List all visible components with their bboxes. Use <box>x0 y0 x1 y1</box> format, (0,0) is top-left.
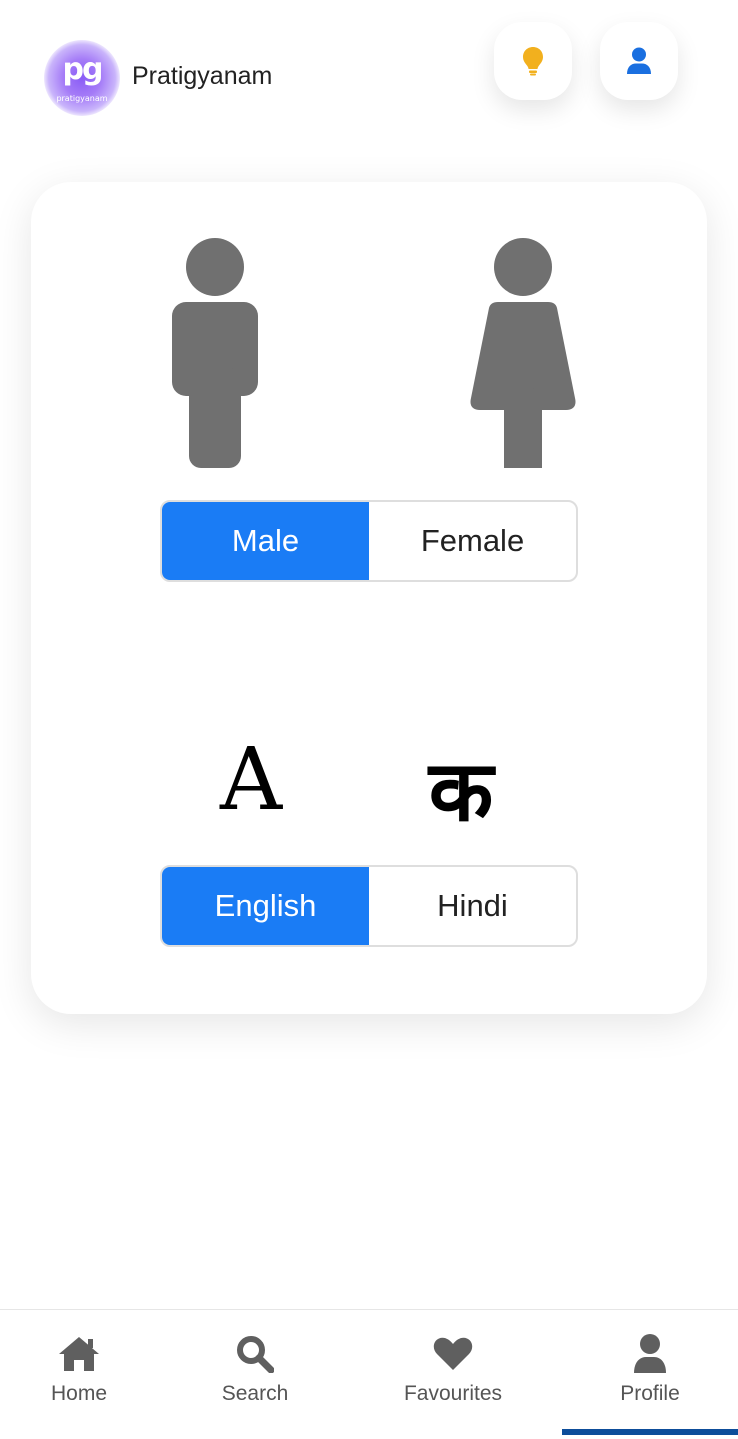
female-option[interactable]: Female <box>369 502 576 580</box>
user-icon <box>627 47 651 74</box>
nav-profile[interactable]: Profile <box>562 1310 738 1439</box>
logo-subtext: pratigyanam <box>56 94 108 103</box>
heart-icon <box>431 1332 475 1376</box>
hindi-glyph[interactable]: क <box>411 730 511 845</box>
nav-favourites[interactable]: Favourites <box>383 1310 523 1439</box>
account-button[interactable] <box>600 22 678 100</box>
active-tab-indicator <box>562 1429 738 1435</box>
nav-home[interactable]: Home <box>20 1310 138 1439</box>
male-figure-icon[interactable] <box>171 238 259 470</box>
logo-monogram: pg <box>62 52 104 87</box>
english-glyph[interactable]: A <box>201 730 301 830</box>
bottom-navigation: Home Search Favourites Profile <box>0 1309 738 1439</box>
app-logo: pg pratigyanam <box>44 40 120 116</box>
gender-toggle: Male Female <box>160 500 578 582</box>
nav-search-label: Search <box>221 1382 289 1405</box>
nav-home-label: Home <box>50 1382 108 1405</box>
nav-favourites-label: Favourites <box>403 1382 503 1405</box>
search-icon <box>233 1332 277 1376</box>
hindi-option[interactable]: Hindi <box>369 867 576 945</box>
app-title: Pratigyanam <box>132 62 273 90</box>
app-header: pg pratigyanam Pratigyanam <box>0 0 738 150</box>
english-option[interactable]: English <box>162 867 369 945</box>
lightbulb-icon <box>523 47 543 76</box>
preferences-card: Male Female A क English Hindi <box>31 182 707 1014</box>
male-option[interactable]: Male <box>162 502 369 580</box>
profile-icon <box>628 1332 672 1376</box>
nav-search[interactable]: Search <box>196 1310 314 1439</box>
female-figure-icon[interactable] <box>468 238 578 470</box>
nav-profile-label: Profile <box>620 1382 680 1405</box>
ideas-button[interactable] <box>494 22 572 100</box>
language-toggle: English Hindi <box>160 865 578 947</box>
home-icon <box>57 1332 101 1376</box>
